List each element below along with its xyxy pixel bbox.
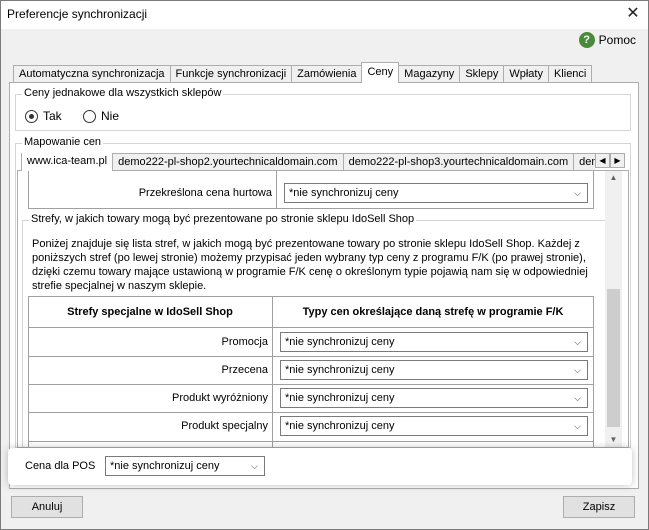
scroll-down-icon[interactable]: ▼	[605, 433, 622, 447]
radio-tak-label: Tak	[43, 109, 62, 123]
zones-description: Poniżej znajduje się lista stref, w jaki…	[32, 238, 588, 292]
crossed-price-divider	[276, 171, 277, 209]
help-icon: ?	[578, 32, 595, 48]
scroll-up-icon[interactable]: ▲	[605, 171, 622, 185]
pos-price-row	[8, 448, 632, 485]
zone-value-produkt-wyrozniony: *nie synchronizuj ceny	[285, 392, 395, 404]
tab-wplaty[interactable]: Wpłaty	[503, 65, 549, 83]
zone-label-przecena: Przecena	[221, 364, 268, 376]
chevron-down-icon: ⌵	[574, 188, 581, 198]
radio-nie-indicator	[83, 109, 96, 123]
zones-row-line-4	[28, 441, 594, 442]
zone-label-produkt-specjalny: Produkt specjalny	[181, 420, 268, 432]
zones-col-divider	[272, 296, 273, 447]
tab-ceny[interactable]: Ceny	[361, 62, 400, 83]
cancel-button[interactable]: Anuluj	[11, 496, 83, 518]
zones-row-line-2	[28, 384, 594, 385]
title-bar: Preferencje synchronizacji ✕	[1, 1, 648, 29]
zone-label-produkt-wyrozniony: Produkt wyróżniony	[172, 392, 268, 404]
zones-title: Strefy, w jakich towary mogą być prezent…	[29, 213, 417, 225]
chevron-down-icon: ⌵	[574, 421, 581, 431]
price-mapping-title: Mapowanie cen	[22, 136, 104, 148]
shop-tabs: www.ica-team.pl demo222-pl-shop2.yourtec…	[21, 153, 595, 171]
help-button[interactable]: ? Pomoc	[578, 31, 636, 49]
pos-price-select[interactable]: *nie synchronizuj ceny ⌵	[105, 456, 265, 476]
zones-header-left: Strefy specjalne w IdoSell Shop	[67, 306, 233, 318]
zones-header-right: Typy cen określające daną strefę w progr…	[302, 306, 564, 318]
zones-row-line-1	[28, 356, 594, 357]
tab-scroll-right-icon[interactable]: ▶	[610, 153, 625, 168]
scrollbar-thumb[interactable]	[607, 289, 620, 427]
chevron-down-icon: ⌵	[574, 337, 581, 347]
zones-header-line	[28, 327, 594, 328]
tab-zamowienia[interactable]: Zamówienia	[291, 65, 363, 83]
chevron-down-icon: ⌵	[251, 461, 258, 471]
zone-select-produkt-wyrozniony[interactable]: *nie synchronizuj ceny ⌵	[280, 388, 588, 408]
radio-tak[interactable]: Tak	[25, 109, 62, 123]
tab-klienci[interactable]: Klienci	[547, 65, 593, 83]
radio-nie-label: Nie	[101, 109, 120, 123]
shop-tab-shop2[interactable]: demo222-pl-shop2.yourtechnicaldomain.com	[112, 153, 344, 171]
crossed-price-label: Przekreślona cena hurtowa	[138, 187, 272, 199]
tab-scroll-left-icon[interactable]: ◀	[595, 153, 610, 168]
zone-value-przecena: *nie synchronizuj ceny	[285, 364, 395, 376]
zone-value-promocja: *nie synchronizuj ceny	[285, 336, 395, 348]
radio-tak-indicator	[25, 109, 38, 123]
chevron-down-icon: ⌵	[574, 365, 581, 375]
tab-funkcje-synchronizacji[interactable]: Funkcje synchronizacji	[169, 65, 293, 83]
tab-sklepy[interactable]: Sklepy	[459, 65, 505, 83]
chevron-down-icon: ⌵	[574, 393, 581, 403]
mapping-scrollbar[interactable]: ▲ ▼	[605, 171, 622, 447]
crossed-price-select[interactable]: *nie synchronizuj ceny ⌵	[284, 183, 588, 203]
zone-select-promocja[interactable]: *nie synchronizuj ceny ⌵	[280, 332, 588, 352]
mapping-panel: Przekreślona cena hurtowa *nie synchroni…	[17, 170, 629, 448]
crossed-price-value: *nie synchronizuj ceny	[289, 187, 399, 199]
shop-tab-ica-team[interactable]: www.ica-team.pl	[21, 153, 114, 171]
close-button[interactable]: ✕	[618, 1, 648, 29]
radio-nie[interactable]: Nie	[83, 109, 119, 123]
pos-price-label: Cena dla POS	[25, 460, 96, 472]
shop-tab-shop3[interactable]: demo222-pl-shop3.yourtechnicaldomain.com	[342, 153, 575, 171]
preferences-window: Preferencje synchronizacji ✕ ? Pomoc Aut…	[0, 0, 649, 530]
zone-select-produkt-specjalny[interactable]: *nie synchronizuj ceny ⌵	[280, 416, 588, 436]
zone-label-promocja: Promocja	[221, 336, 268, 348]
help-label: Pomoc	[598, 33, 636, 47]
shop-tab-scroll: ◀ ▶	[595, 153, 625, 168]
shop-tab-demo2[interactable]: demo2	[573, 153, 595, 171]
tab-automatyczna-synchronizacja[interactable]: Automatyczna synchronizacja	[13, 65, 171, 83]
window-title: Preferencje synchronizacji	[7, 7, 148, 21]
zone-value-produkt-specjalny: *nie synchronizuj ceny	[285, 420, 395, 432]
same-prices-title: Ceny jednakowe dla wszystkich sklepów	[22, 87, 224, 99]
main-tabs: Automatyczna synchronizacja Funkcje sync…	[13, 62, 593, 83]
zones-row-line-3	[28, 412, 594, 413]
tab-magazyny[interactable]: Magazyny	[398, 65, 461, 83]
zone-select-przecena[interactable]: *nie synchronizuj ceny ⌵	[280, 360, 588, 380]
save-button[interactable]: Zapisz	[563, 496, 635, 518]
pos-price-value: *nie synchronizuj ceny	[110, 460, 220, 472]
